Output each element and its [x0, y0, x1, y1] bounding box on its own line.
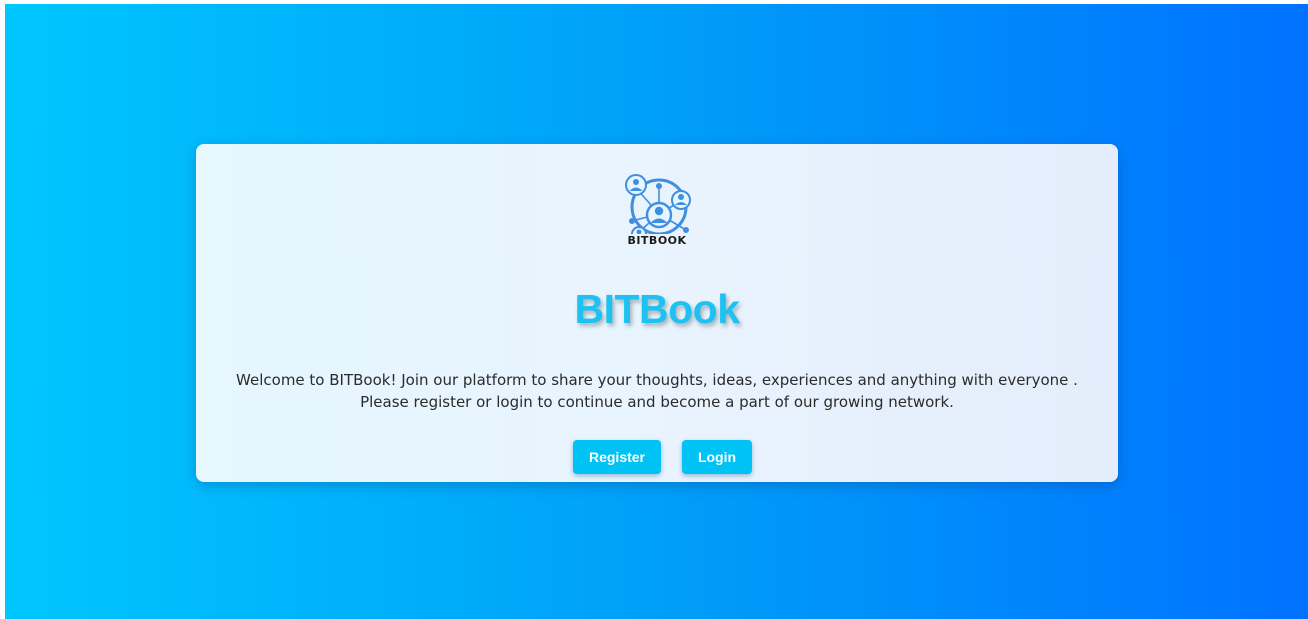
welcome-line-1: Welcome to BITBook! Join our platform to… — [236, 371, 1078, 389]
login-button[interactable]: Login — [682, 440, 752, 474]
welcome-line-2: Please register or login to continue and… — [360, 393, 954, 411]
network-people-icon — [625, 174, 691, 242]
welcome-card: BITBOOK BITBook Welcome to BITBook! Join… — [196, 144, 1118, 482]
logo: BITBOOK — [611, 174, 703, 256]
welcome-message: Welcome to BITBook! Join our platform to… — [196, 369, 1118, 413]
logo-wordmark: BITBOOK — [627, 234, 687, 247]
register-button[interactable]: Register — [573, 440, 661, 474]
page-background: BITBOOK BITBook Welcome to BITBook! Join… — [5, 4, 1308, 619]
page-title: BITBook — [574, 286, 740, 332]
